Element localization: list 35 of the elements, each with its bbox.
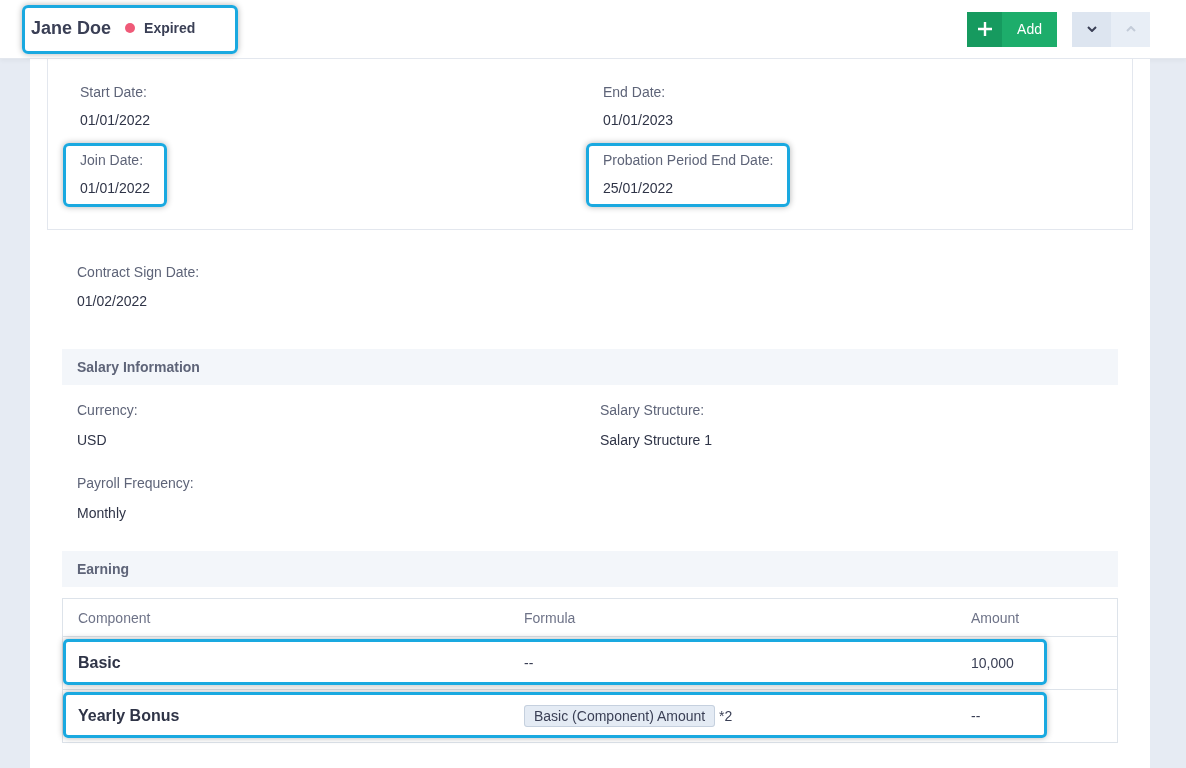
field-value: USD — [77, 432, 108, 448]
chevron-down-icon — [1086, 26, 1097, 32]
field-label: End Date: — [603, 84, 667, 100]
status-label: Expired — [144, 20, 196, 36]
column-header: Formula — [509, 598, 956, 637]
field-label: Contract Sign Date: — [77, 264, 201, 280]
field-label: Payroll Frequency: — [77, 475, 195, 491]
add-button[interactable]: Add — [967, 11, 1057, 47]
formula-tag: Basic (Component) Amount — [524, 705, 716, 727]
plus-icon — [976, 21, 993, 37]
amount-text: -- — [971, 708, 981, 724]
field-value: 01/01/2022 — [80, 112, 151, 128]
column-header: Component — [62, 598, 509, 637]
formula-text: -- — [524, 655, 534, 671]
field-label: Probation Period End Date: — [603, 152, 774, 168]
section-header: Earning — [62, 551, 1118, 587]
field-value: 25/01/2022 — [603, 180, 675, 196]
field-label: Salary Structure: — [600, 402, 706, 418]
field-label: Currency: — [77, 402, 139, 418]
column-header: Amount — [956, 598, 1118, 637]
field-value: 01/01/2023 — [603, 112, 674, 128]
formula-multiplier: *2 — [719, 708, 733, 724]
component-name: Basic — [78, 654, 121, 671]
field-value: 01/02/2022 — [77, 293, 149, 309]
chevron-up-icon — [1125, 26, 1136, 32]
field-label: Start Date: — [80, 84, 148, 100]
field-label: Join Date: — [80, 152, 145, 168]
next-button[interactable] — [1072, 11, 1111, 47]
section-header: Salary Information — [62, 349, 1118, 385]
field-value: 01/01/2022 — [80, 180, 151, 196]
amount-text: 10,000 — [971, 655, 1014, 671]
employee-name: Jane Doe — [31, 17, 112, 39]
field-value: Salary Structure 1 — [600, 432, 714, 448]
field-value: Monthly — [77, 505, 128, 521]
component-name: Yearly Bonus — [78, 707, 180, 724]
